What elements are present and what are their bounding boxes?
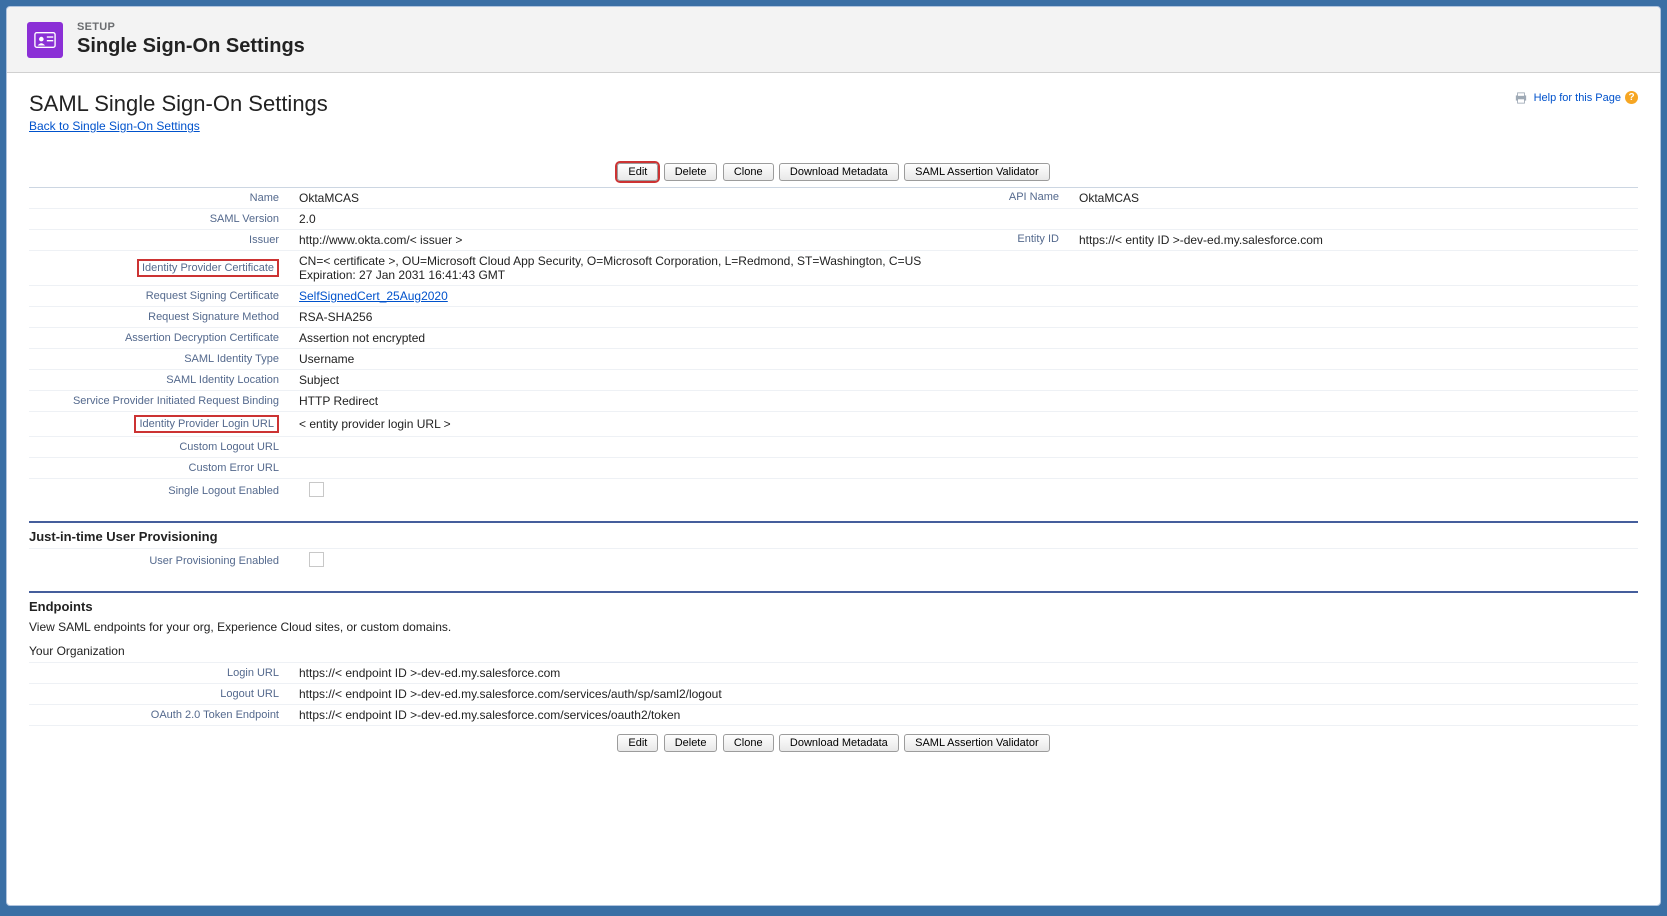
label-request-signing-cert: Request Signing Certificate	[29, 288, 289, 304]
label-sp-initiated-binding: Service Provider Initiated Request Bindi…	[29, 393, 289, 409]
value-idp-certificate: CN=< certificate >, OU=Microsoft Cloud A…	[289, 252, 1638, 284]
value-sp-initiated-binding: HTTP Redirect	[289, 392, 1638, 410]
label-idp-login-url: Identity Provider Login URL	[29, 413, 289, 435]
value-request-signing-cert[interactable]: SelfSignedCert_25Aug2020	[299, 289, 448, 303]
page-title: SAML Single Sign-On Settings	[29, 91, 328, 117]
section-jit-provisioning: Just-in-time User Provisioning	[29, 521, 1638, 548]
label-custom-logout-url: Custom Logout URL	[29, 439, 289, 455]
value-saml-identity-type: Username	[289, 350, 1638, 368]
help-label: Help for this Page	[1534, 92, 1621, 104]
help-icon: ?	[1625, 91, 1638, 104]
action-button-bar-top: Edit Delete Clone Download Metadata SAML…	[29, 163, 1638, 181]
value-saml-identity-location: Subject	[289, 371, 1638, 389]
label-single-logout-enabled: Single Logout Enabled	[29, 483, 289, 499]
help-for-this-page[interactable]: Help for this Page ?	[1514, 91, 1638, 104]
page-header-title: Single Sign-On Settings	[77, 35, 305, 58]
clone-button[interactable]: Clone	[723, 163, 774, 181]
saml-assertion-validator-button[interactable]: SAML Assertion Validator	[904, 163, 1050, 181]
value-request-signature-method: RSA-SHA256	[289, 308, 1638, 326]
label-idp-certificate: Identity Provider Certificate	[29, 257, 289, 279]
value-issuer: http://www.okta.com/< issuer >	[289, 231, 939, 249]
delete-button[interactable]: Delete	[664, 163, 718, 181]
delete-button-bottom[interactable]: Delete	[664, 734, 718, 752]
label-name: Name	[29, 190, 289, 206]
value-saml-version: 2.0	[289, 210, 1638, 228]
label-logout-url: Logout URL	[29, 686, 289, 702]
value-logout-url: https://< endpoint ID >-dev-ed.my.salesf…	[289, 685, 1638, 703]
endpoints-description: View SAML endpoints for your org, Experi…	[29, 618, 1638, 640]
label-saml-identity-type: SAML Identity Type	[29, 351, 289, 367]
setup-header: SETUP Single Sign-On Settings	[7, 7, 1660, 73]
section-endpoints: Endpoints	[29, 591, 1638, 618]
back-link[interactable]: Back to Single Sign-On Settings	[29, 119, 200, 133]
value-entity-id: https://< entity ID >-dev-ed.my.salesfor…	[1069, 231, 1638, 249]
value-api-name: OktaMCAS	[1069, 189, 1638, 207]
value-name: OktaMCAS	[289, 189, 939, 207]
value-custom-logout-url	[289, 445, 1638, 449]
value-custom-error-url	[289, 466, 1638, 470]
label-issuer: Issuer	[29, 232, 289, 248]
clone-button-bottom[interactable]: Clone	[723, 734, 774, 752]
download-metadata-button[interactable]: Download Metadata	[779, 163, 899, 181]
label-request-signature-method: Request Signature Method	[29, 309, 289, 325]
value-login-url: https://< endpoint ID >-dev-ed.my.salesf…	[289, 664, 1638, 682]
your-organization-subheader: Your Organization	[29, 640, 1638, 663]
label-saml-version: SAML Version	[29, 211, 289, 227]
label-user-provisioning-enabled: User Provisioning Enabled	[29, 553, 289, 569]
label-oauth-token-endpoint: OAuth 2.0 Token Endpoint	[29, 707, 289, 723]
sso-settings-icon	[27, 22, 63, 58]
label-custom-error-url: Custom Error URL	[29, 460, 289, 476]
value-idp-login-url: < entity provider login URL >	[289, 415, 1638, 433]
edit-button[interactable]: Edit	[617, 163, 658, 181]
printer-icon	[1514, 92, 1528, 104]
setup-label: SETUP	[77, 21, 305, 33]
label-entity-id: Entity ID	[939, 231, 1069, 249]
value-oauth-token-endpoint: https://< endpoint ID >-dev-ed.my.salesf…	[289, 706, 1638, 724]
label-api-name: API Name	[939, 189, 1069, 207]
label-assertion-decryption-cert: Assertion Decryption Certificate	[29, 330, 289, 346]
edit-button-bottom[interactable]: Edit	[617, 734, 658, 752]
label-saml-identity-location: SAML Identity Location	[29, 372, 289, 388]
download-metadata-button-bottom[interactable]: Download Metadata	[779, 734, 899, 752]
user-provisioning-enabled-checkbox	[309, 552, 324, 567]
value-assertion-decryption-cert: Assertion not encrypted	[289, 329, 1638, 347]
single-logout-enabled-checkbox	[309, 482, 324, 497]
saml-assertion-validator-button-bottom[interactable]: SAML Assertion Validator	[904, 734, 1050, 752]
label-login-url: Login URL	[29, 665, 289, 681]
action-button-bar-bottom: Edit Delete Clone Download Metadata SAML…	[29, 734, 1638, 752]
